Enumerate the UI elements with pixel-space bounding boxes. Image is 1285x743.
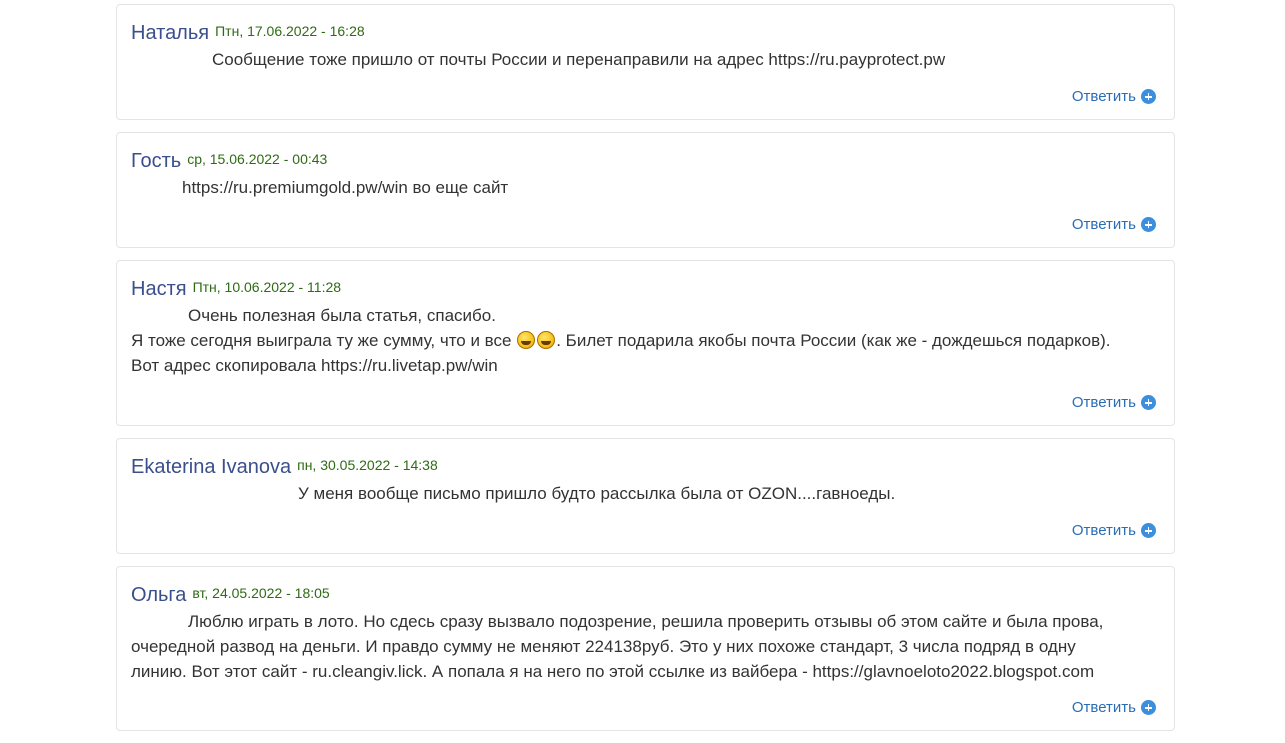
comment-author[interactable]: Ekaterina Ivanova bbox=[131, 456, 291, 478]
plus-circle-icon bbox=[1141, 89, 1156, 104]
comment-text: У меня вообще письмо пришло будто рассыл… bbox=[298, 484, 896, 503]
comment-body: Настя Птн, 10.06.2022 - 11:28 Очень полез… bbox=[131, 277, 1160, 378]
comment-body: Ольга вт, 24.05.2022 - 18:05 Люблю играть… bbox=[131, 583, 1160, 684]
comment-text: Я тоже сегодня выиграла ту же сумму, что… bbox=[131, 328, 1160, 353]
reply-button[interactable]: Ответить bbox=[1072, 394, 1156, 411]
plus-circle-icon bbox=[1141, 700, 1156, 715]
comment-author[interactable]: Настя bbox=[131, 278, 187, 300]
comment-body: Ekaterina Ivanova пн, 30.05.2022 - 14:38 … bbox=[131, 455, 1160, 506]
comment-text: Вот адрес скопировала https://ru.livetap… bbox=[131, 356, 498, 375]
reply-label: Ответить bbox=[1071, 394, 1136, 411]
reply-button[interactable]: Ответить bbox=[1072, 699, 1156, 716]
reply-label: Ответить bbox=[1071, 522, 1136, 539]
reply-label: Ответить bbox=[1071, 88, 1136, 105]
comment-author[interactable]: Наталья bbox=[131, 22, 209, 44]
plus-circle-icon bbox=[1141, 523, 1156, 538]
comments-list: Наталья Птн, 17.06.2022 - 16:28 Сообщение… bbox=[116, 4, 1175, 743]
comment-date: ср, 15.06.2022 - 00:43 bbox=[187, 151, 328, 167]
comment-text: Сообщение тоже пришло от почты России и … bbox=[212, 50, 946, 69]
laughing-emoji-icon bbox=[537, 331, 556, 349]
reply-button[interactable]: Ответить bbox=[1072, 216, 1156, 233]
comment-date: пн, 30.05.2022 - 14:38 bbox=[297, 457, 438, 473]
comment-text: Люблю играть в лото. Но сдесь сразу вызв… bbox=[188, 612, 1104, 631]
comment-date: Птн, 17.06.2022 - 16:28 bbox=[215, 23, 365, 39]
comment-text: Очень полезная была статья, спасибо. bbox=[188, 306, 496, 325]
laughing-emoji-icon bbox=[517, 331, 536, 349]
comment-text: линию. Вот этот сайт - ru.cleangiv.lick.… bbox=[131, 662, 1095, 681]
comment-text-part: . Билет подарила якобы почта России (как… bbox=[556, 331, 1111, 350]
comment-item: Наталья Птн, 17.06.2022 - 16:28 Сообщение… bbox=[116, 4, 1175, 120]
comment-item: Настя Птн, 10.06.2022 - 11:28 Очень полез… bbox=[116, 260, 1175, 426]
comment-date: Птн, 10.06.2022 - 11:28 bbox=[192, 279, 342, 295]
reply-button[interactable]: Ответить bbox=[1072, 522, 1156, 539]
comment-text: https://ru.premiumgold.pw/win во еще сай… bbox=[182, 178, 509, 197]
comment-body: Наталья Птн, 17.06.2022 - 16:28 Сообщение… bbox=[131, 21, 1160, 72]
reply-label: Ответить bbox=[1071, 216, 1136, 233]
reply-label: Ответить bbox=[1071, 699, 1136, 716]
comment-date: вт, 24.05.2022 - 18:05 bbox=[192, 585, 330, 601]
comment-author[interactable]: Ольга bbox=[131, 584, 186, 606]
plus-circle-icon bbox=[1141, 395, 1156, 410]
comment-author[interactable]: Гость bbox=[131, 150, 181, 172]
comment-body: Гость ср, 15.06.2022 - 00:43 https://ru.p… bbox=[131, 149, 1160, 200]
comment-text-part: Я тоже сегодня выиграла ту же сумму, что… bbox=[131, 331, 512, 350]
comment-item: Ekaterina Ivanova пн, 30.05.2022 - 14:38 … bbox=[116, 438, 1175, 554]
plus-circle-icon bbox=[1141, 217, 1156, 232]
comment-text: очередной развод на деньги. И правдо сум… bbox=[131, 637, 1076, 656]
comment-item: Ольга вт, 24.05.2022 - 18:05 Люблю играть… bbox=[116, 566, 1175, 731]
reply-button[interactable]: Ответить bbox=[1072, 88, 1156, 105]
comment-item: Гость ср, 15.06.2022 - 00:43 https://ru.p… bbox=[116, 132, 1175, 248]
